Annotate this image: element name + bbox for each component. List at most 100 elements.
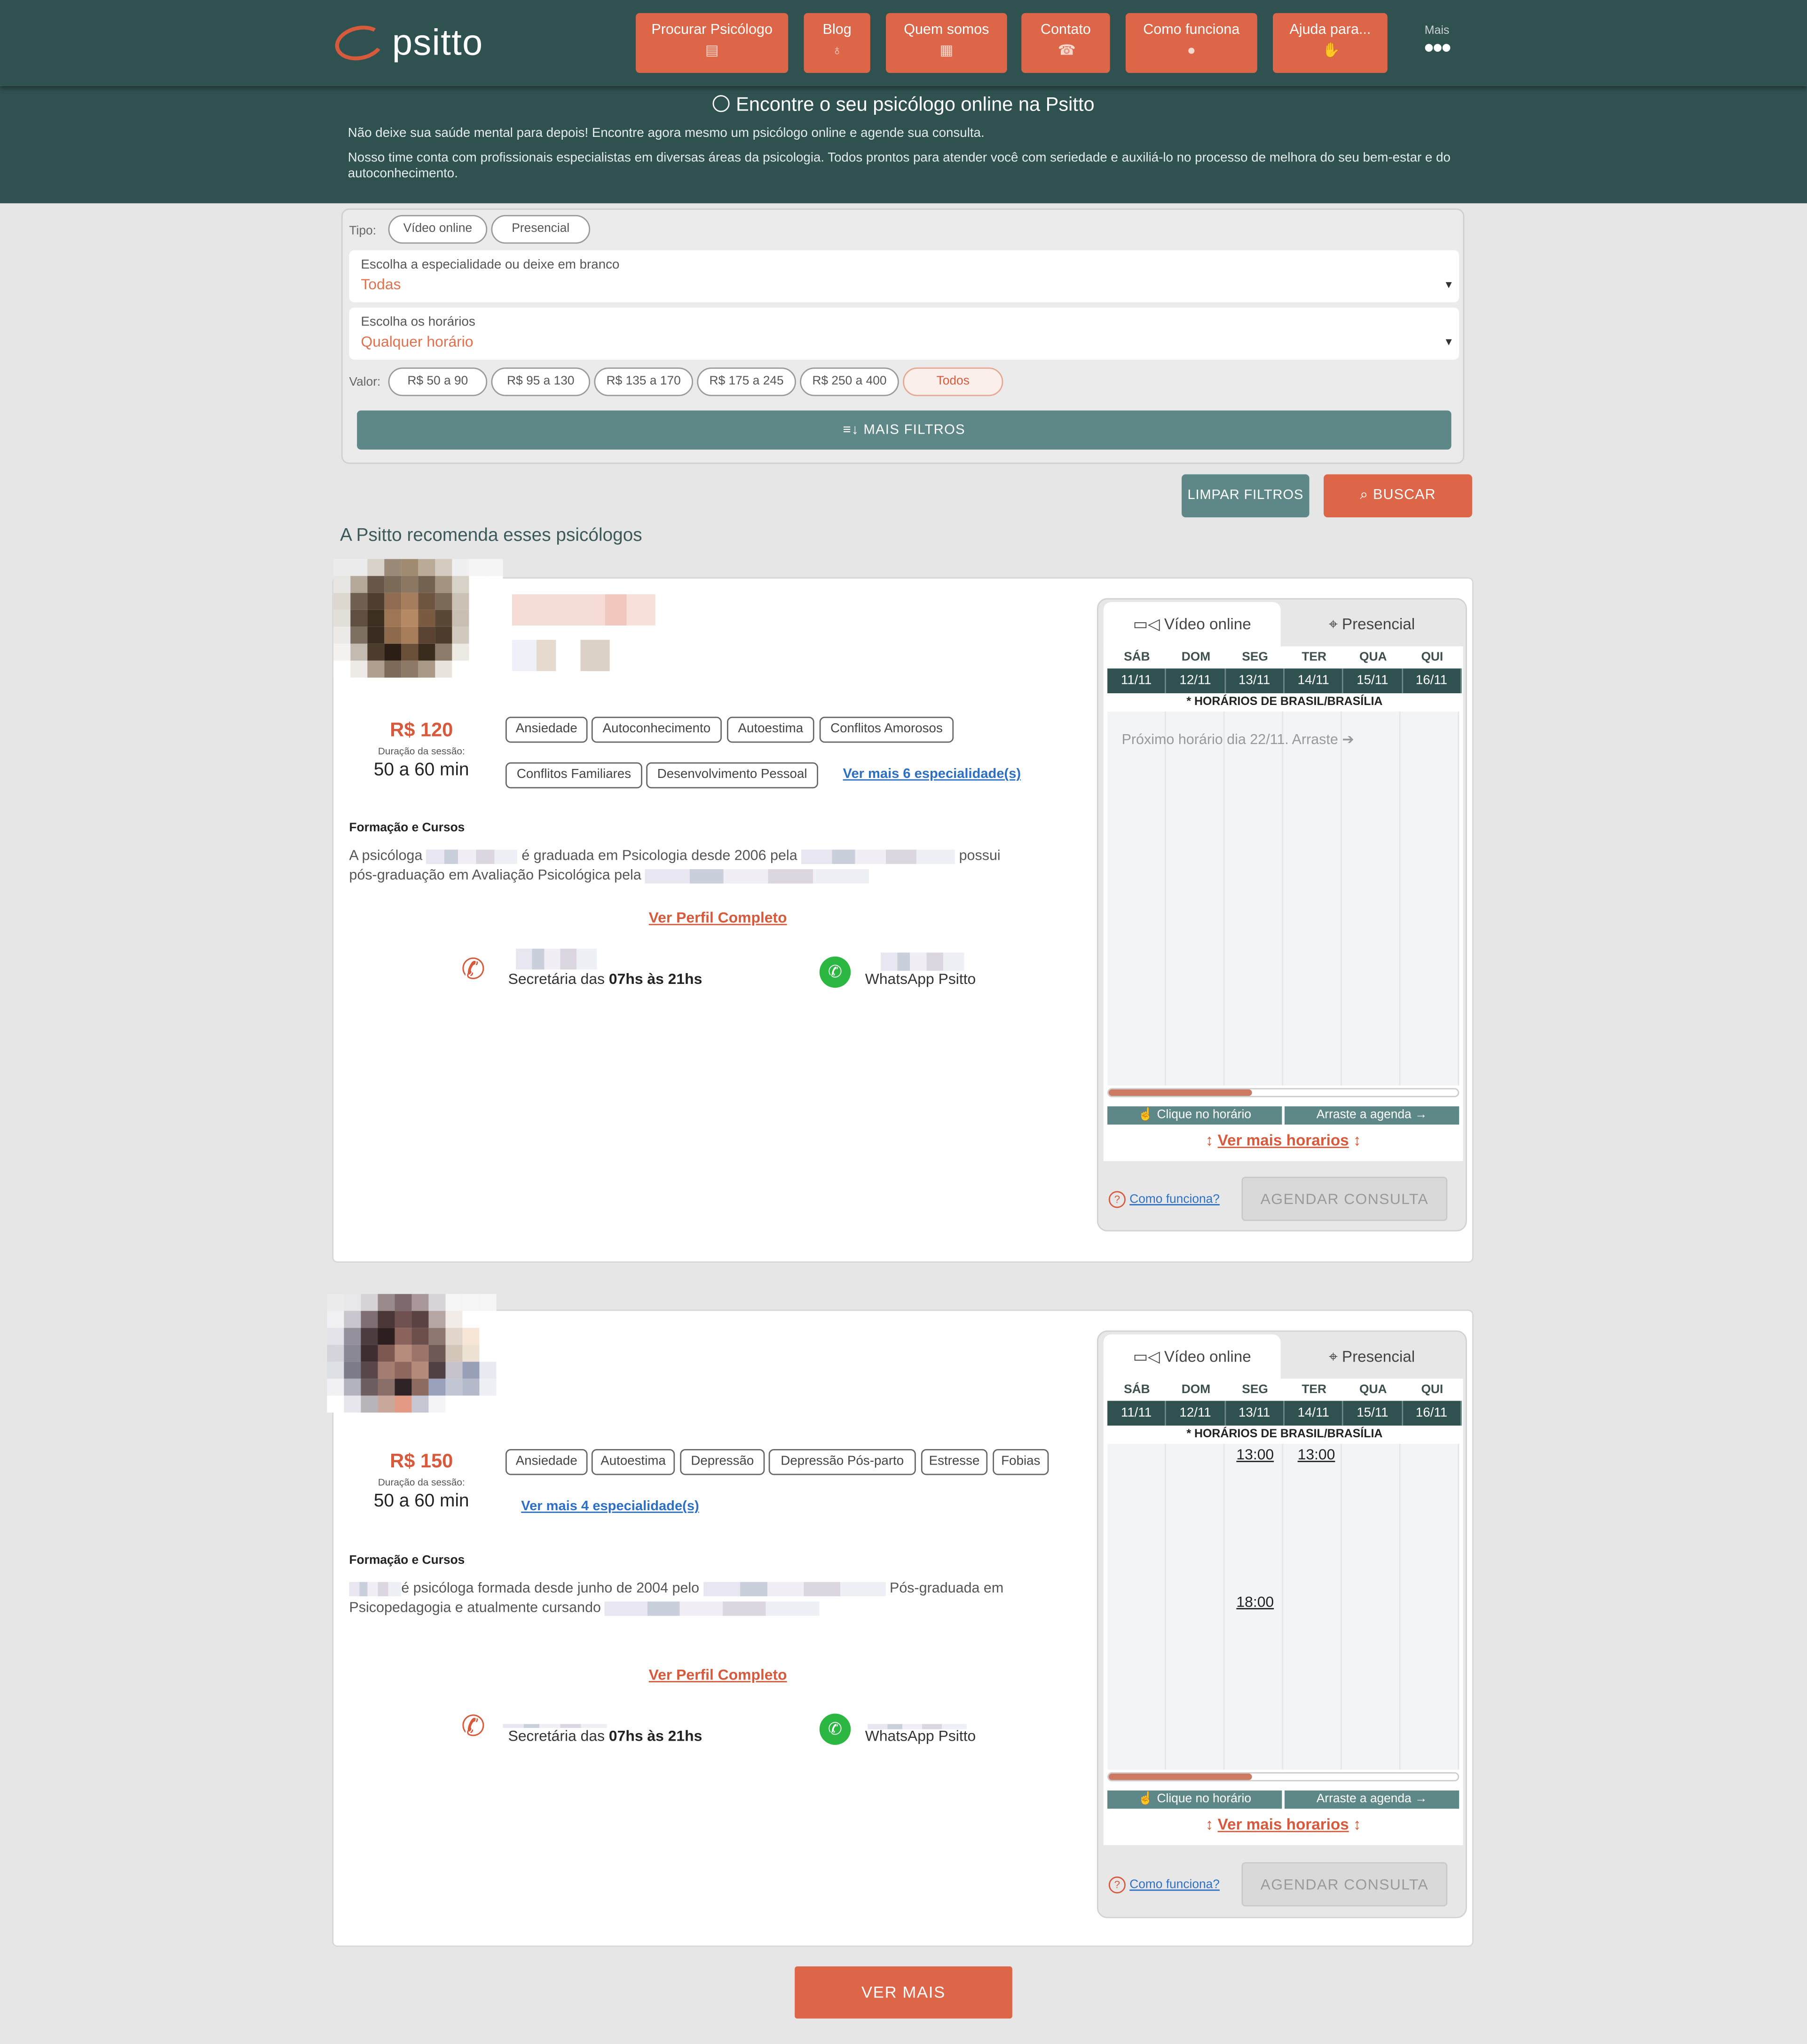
whatsapp-number-blurred: [868, 1724, 967, 1729]
ver-perfil-completo-link[interactable]: Ver Perfil Completo: [333, 911, 1102, 927]
schedule-tabs: ▭◁ Vídeo online ⌖ Presencial: [1103, 1334, 1460, 1379]
date-cell: 12/11: [1167, 668, 1226, 694]
especialidade-select[interactable]: Escolha a especialidade ou deixe em bran…: [349, 250, 1460, 302]
whatsapp-number-blurred: [880, 952, 964, 971]
horarios-select[interactable]: Escolha os horários Qualquer horário ▼: [349, 307, 1460, 360]
logo-mark-icon: [331, 21, 387, 65]
duration-label: Duração da sessão:: [378, 745, 465, 757]
date-cell: 11/11: [1107, 668, 1167, 694]
valor-250-400[interactable]: R$ 250 a 400: [800, 367, 899, 396]
tag-conflitos-amorosos[interactable]: Conflitos Amorosos: [819, 716, 954, 743]
schedule-grid[interactable]: [1107, 711, 1460, 1085]
psitto-logo[interactable]: psitto: [331, 18, 483, 68]
tab-presencial[interactable]: ⌖ Presencial: [1283, 1334, 1460, 1379]
see-more-specialties-link[interactable]: Ver mais 4 especialidade(s): [521, 1498, 699, 1514]
whatsapp-icon[interactable]: ✆: [819, 1713, 851, 1745]
tag-desenvolvimento-pessoal[interactable]: Desenvolvimento Pessoal: [646, 762, 818, 789]
tipo-video-online[interactable]: Vídeo online: [388, 215, 488, 244]
limpar-filtros-button[interactable]: LIMPAR FILTROS: [1182, 474, 1310, 517]
next-slot-note: Próximo horário dia 22/11. Arraste ➔: [1122, 731, 1354, 748]
tab-presencial[interactable]: ⌖ Presencial: [1283, 602, 1460, 646]
buscar-button[interactable]: ⌕ BUSCAR: [1324, 474, 1472, 517]
vertical-arrows-icon: ↕: [1205, 1131, 1218, 1149]
session-price: R$ 120: [390, 719, 453, 742]
scrollbar-thumb[interactable]: [1108, 1773, 1252, 1780]
phone-icon[interactable]: ✆: [461, 952, 485, 986]
redacted-text: [703, 1581, 886, 1596]
valor-175-245[interactable]: R$ 175 a 245: [697, 367, 796, 396]
filters-panel: Tipo: Vídeo online Presencial Escolha a …: [341, 208, 1465, 464]
tag-ansiedade[interactable]: Ansiedade: [505, 716, 588, 743]
mais-filtros-button[interactable]: ≡↓ MAIS FILTROS: [357, 410, 1452, 450]
more-menu[interactable]: Mais •••: [1418, 24, 1457, 62]
valor-todos[interactable]: Todos: [903, 367, 1003, 396]
valor-label: Valor:: [349, 375, 381, 390]
tag-autoestima[interactable]: Autoestima: [727, 716, 814, 743]
ver-mais-horarios-text: Ver mais horarios: [1217, 1131, 1349, 1149]
hero-banner: Encontre o seu psicólogo online na Psitt…: [0, 86, 1807, 204]
tab-label: Vídeo online: [1164, 1347, 1251, 1366]
secretaria-time: 07hs às 21hs: [608, 1729, 702, 1745]
whatsapp-icon[interactable]: ✆: [819, 956, 851, 988]
date-cell: 16/11: [1403, 1401, 1462, 1426]
tipo-presencial[interactable]: Presencial: [491, 215, 591, 244]
nav-procurar-psicologo[interactable]: Procurar Psicólogo ▤: [636, 13, 789, 73]
hero-title-text: Encontre o seu psicólogo online na Psitt…: [736, 94, 1095, 116]
tag-autoestima[interactable]: Autoestima: [591, 1449, 675, 1475]
weekday: SEG: [1242, 650, 1268, 665]
agendar-consulta-button[interactable]: AGENDAR CONSULTA: [1241, 1862, 1448, 1907]
tag-estresse[interactable]: Estresse: [921, 1449, 988, 1475]
tab-label: Vídeo online: [1164, 615, 1251, 634]
como-funciona-link[interactable]: ? Como funciona?: [1108, 1876, 1220, 1893]
redacted-text: [645, 868, 869, 883]
bio-part: Psicopedagogia e atualmente cursando: [349, 1600, 601, 1616]
date-cell: 13/11: [1225, 668, 1285, 694]
tab-video-online[interactable]: ▭◁ Vídeo online: [1103, 1334, 1281, 1379]
psychologist-card: R$ 120 Duração da sessão: 50 a 60 min An…: [332, 559, 1474, 1263]
arrow-right-icon: ➔: [1342, 732, 1354, 748]
section-title: A Psitto recomenda esses psicólogos: [340, 523, 642, 545]
valor-50-90[interactable]: R$ 50 a 90: [388, 367, 488, 396]
caret-down-icon: ▼: [1444, 336, 1454, 348]
time-slot[interactable]: 13:00: [1236, 1448, 1274, 1463]
schedule-grid: [1107, 1443, 1460, 1770]
tag-depressao-pos-parto[interactable]: Depressão Pós-parto: [768, 1449, 916, 1475]
phone-icon[interactable]: ✆: [461, 1710, 485, 1743]
mais-filtros-label: MAIS FILTROS: [863, 422, 966, 438]
bio-part: possui: [959, 848, 1001, 864]
tag-fobias[interactable]: Fobias: [993, 1449, 1049, 1475]
time-slot[interactable]: 18:00: [1236, 1595, 1274, 1610]
ver-mais-button[interactable]: VER MAIS: [795, 1966, 1012, 2019]
video-camera-icon: ▭◁: [1133, 1347, 1164, 1366]
ver-mais-horarios-link[interactable]: ↕ Ver mais horarios ↕: [1104, 1815, 1463, 1834]
date-cell: 14/11: [1285, 668, 1344, 694]
date-header: 11/11 12/11 13/11 14/11 15/11 16/11: [1107, 1401, 1462, 1426]
como-funciona-link[interactable]: ? Como funciona?: [1108, 1191, 1220, 1208]
question-icon: ?: [1108, 1876, 1126, 1893]
schedule-scrollbar[interactable]: [1107, 1088, 1460, 1097]
valor-135-170[interactable]: R$ 135 a 170: [594, 367, 694, 396]
ver-perfil-completo-link[interactable]: Ver Perfil Completo: [333, 1668, 1102, 1683]
tag-autoconhecimento[interactable]: Autoconhecimento: [591, 716, 722, 743]
nav-quem-somos[interactable]: Quem somos ▦: [886, 13, 1007, 73]
nav-blog[interactable]: Blog ♁: [804, 13, 870, 73]
hand-pointer-icon: ☝: [1138, 1108, 1157, 1122]
ver-mais-horarios-link[interactable]: ↕ Ver mais horarios ↕: [1104, 1131, 1463, 1149]
nav-contato[interactable]: Contato ☎: [1021, 13, 1110, 73]
timezone-note: * HORÁRIOS DE BRASIL/BRASÍLIA: [1186, 1426, 1383, 1440]
time-slot[interactable]: 13:00: [1298, 1448, 1335, 1463]
date-cell: 11/11: [1107, 1401, 1167, 1426]
tag-ansiedade[interactable]: Ansiedade: [505, 1449, 588, 1475]
date-cell: 15/11: [1343, 668, 1403, 694]
nav-como-funciona[interactable]: Como funciona ●: [1125, 13, 1257, 73]
nav-ajuda-para[interactable]: Ajuda para... ✋: [1272, 13, 1388, 73]
schedule-scrollbar[interactable]: [1107, 1772, 1460, 1782]
valor-95-130[interactable]: R$ 95 a 130: [491, 367, 591, 396]
scrollbar-thumb[interactable]: [1108, 1089, 1252, 1096]
see-more-specialties-link[interactable]: Ver mais 6 especialidade(s): [843, 766, 1021, 782]
tab-video-online[interactable]: ▭◁ Vídeo online: [1103, 602, 1281, 647]
hero-title: Encontre o seu psicólogo online na Psitt…: [0, 94, 1807, 116]
tag-depressao[interactable]: Depressão: [680, 1449, 765, 1475]
tag-conflitos-familiares[interactable]: Conflitos Familiares: [505, 762, 642, 789]
agendar-consulta-button[interactable]: AGENDAR CONSULTA: [1241, 1176, 1448, 1221]
